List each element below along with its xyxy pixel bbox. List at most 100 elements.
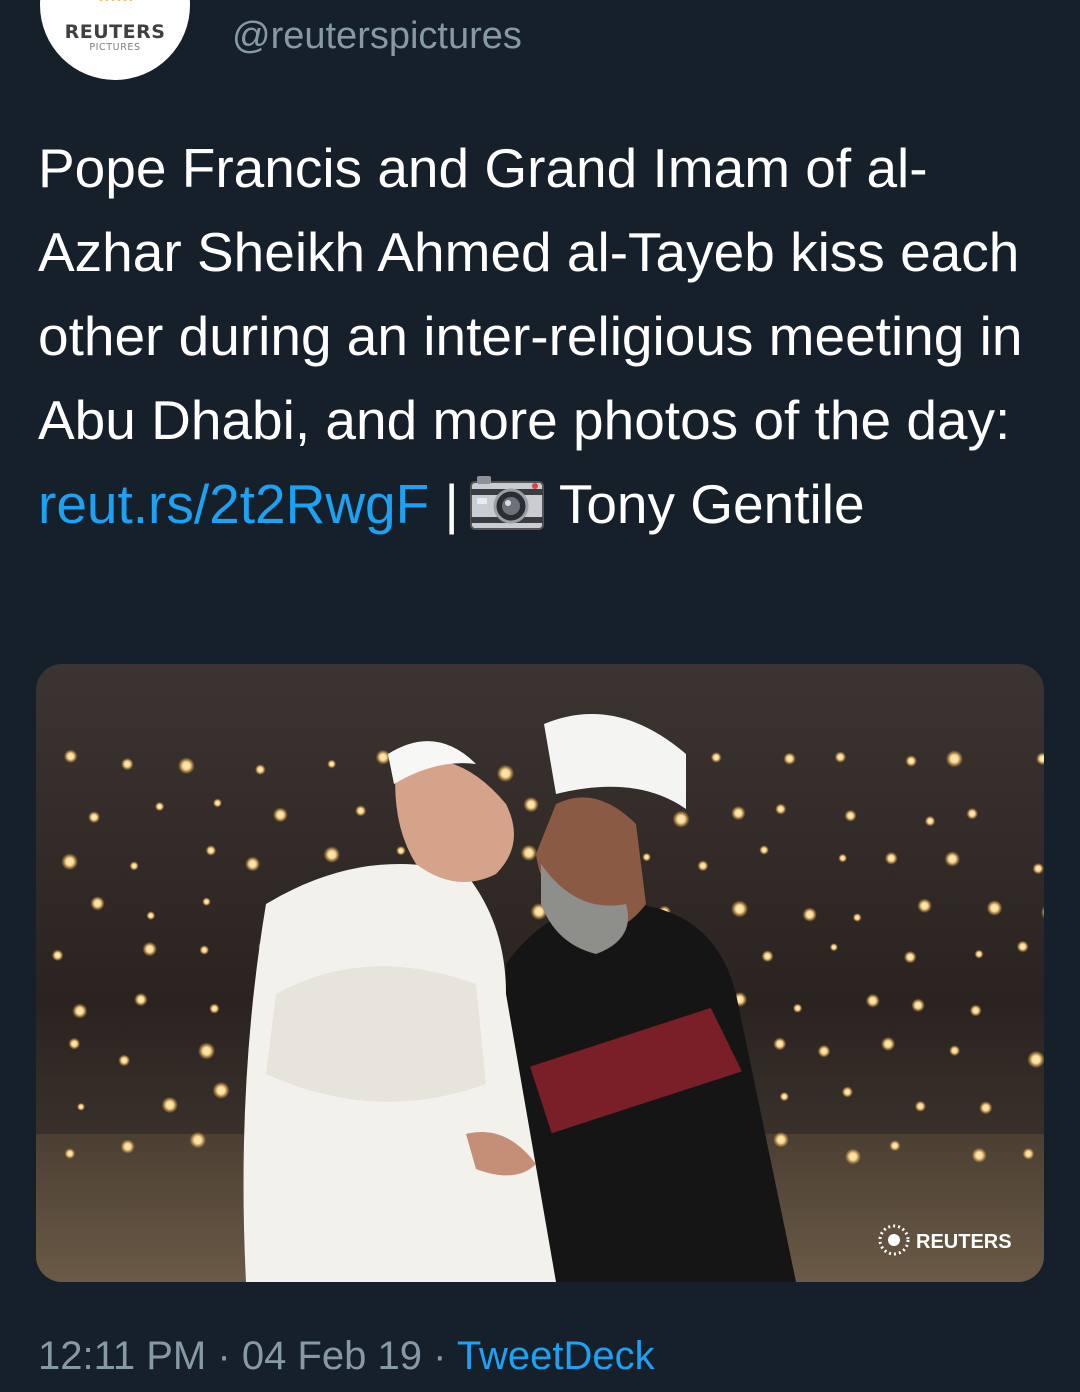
bokeh-light — [51, 949, 64, 962]
bokeh-light — [971, 1147, 987, 1163]
bokeh-light — [779, 1091, 789, 1102]
bokeh-light — [844, 809, 857, 822]
bokeh-light — [914, 1100, 927, 1112]
bokeh-light — [1032, 862, 1044, 875]
bokeh-light — [775, 803, 787, 815]
bokeh-light — [355, 805, 367, 817]
meta-separator: · — [433, 1334, 447, 1378]
bokeh-light — [64, 1148, 76, 1159]
bokeh-light — [327, 759, 337, 769]
bokeh-light — [852, 913, 862, 922]
avatar-brand-text: REUTERS — [64, 21, 166, 43]
credit-separator: | — [444, 473, 459, 535]
bokeh-light — [672, 810, 690, 828]
bokeh-light — [1022, 1147, 1035, 1160]
bokeh-light — [129, 861, 139, 871]
bokeh-light — [773, 1037, 787, 1051]
bokeh-light — [884, 851, 898, 865]
bokeh-light — [77, 1102, 85, 1111]
bokeh-light — [72, 1003, 88, 1019]
bokeh-light — [90, 896, 105, 911]
bokeh-light — [198, 1042, 216, 1060]
bokeh-light — [731, 805, 746, 821]
photo-credit: Tony Gentile — [558, 473, 865, 535]
bokeh-light — [974, 949, 984, 959]
tweet-view: REUTERS PICTURES @reuterspictures Pope F… — [0, 0, 1080, 1392]
meta-separator: · — [217, 1334, 231, 1378]
bokeh-light — [142, 941, 157, 957]
bokeh-light — [323, 846, 341, 863]
bokeh-light — [205, 845, 217, 856]
bokeh-light — [829, 943, 839, 952]
bokeh-light — [761, 950, 774, 963]
bokeh-light — [966, 807, 978, 820]
bokeh-light — [496, 764, 515, 783]
bokeh-light — [68, 1037, 81, 1050]
bokeh-light — [642, 852, 651, 862]
account-handle[interactable]: @reuterspictures — [232, 10, 522, 62]
account-avatar[interactable]: REUTERS PICTURES — [40, 0, 190, 80]
tweet-date[interactable]: 04 Feb 19 — [242, 1334, 422, 1378]
bokeh-light — [773, 1131, 789, 1148]
bokeh-light — [881, 1036, 896, 1052]
tweet-photo[interactable]: REUTERS — [36, 664, 1044, 1282]
bokeh-light — [254, 764, 266, 775]
bokeh-light — [61, 853, 79, 871]
bokeh-light — [903, 950, 917, 964]
bokeh-light — [212, 1081, 230, 1099]
bokeh-light — [865, 993, 880, 1008]
bokeh-light — [838, 853, 848, 863]
bokeh-light — [161, 1096, 178, 1114]
tweet-time[interactable]: 12:11 PM — [38, 1334, 206, 1378]
tweet-meta: 12:11 PM · 04 Feb 19 · TweetDeck — [38, 1326, 655, 1386]
bokeh-light — [783, 752, 796, 765]
bokeh-light — [924, 815, 936, 827]
bokeh-light — [178, 757, 195, 775]
bokeh-light — [520, 844, 538, 862]
bokeh-light — [802, 907, 817, 922]
bokeh-light — [949, 1045, 961, 1057]
bokeh-light — [841, 1086, 854, 1098]
bokeh-light — [917, 898, 932, 914]
bokeh-light — [209, 1003, 220, 1014]
bokeh-light — [146, 911, 156, 920]
bokeh-light — [120, 1139, 135, 1154]
tweet-text: Pope Francis and Grand Imam of al-Azhar … — [38, 137, 1023, 451]
reuters-logo-dots-icon — [98, 0, 132, 2]
bokeh-light — [121, 757, 134, 771]
bokeh-light — [986, 900, 1003, 916]
bokeh-light — [396, 845, 406, 856]
camera-emoji-icon — [469, 470, 545, 530]
bokeh-light — [969, 1004, 982, 1017]
bokeh-light — [63, 749, 78, 764]
bokeh-light — [731, 900, 749, 918]
bokeh-light — [911, 998, 925, 1013]
bokeh-light — [199, 945, 210, 955]
bokeh-light — [154, 801, 165, 812]
bokeh-light — [834, 751, 847, 763]
bokeh-light — [905, 755, 917, 767]
bokeh-light — [273, 807, 288, 823]
bokeh-light — [375, 749, 391, 765]
photo-image: REUTERS — [36, 664, 1044, 1282]
bokeh-light — [1016, 940, 1029, 953]
bokeh-light — [202, 897, 211, 906]
bokeh-light — [213, 798, 222, 808]
tweet-source-link[interactable]: TweetDeck — [457, 1334, 655, 1378]
bokeh-light — [88, 811, 101, 824]
tweet-body: Pope Francis and Grand Imam of al-Azhar … — [38, 126, 1048, 546]
bokeh-light — [189, 1131, 207, 1149]
bokeh-light — [945, 750, 964, 768]
tweet-link[interactable]: reut.rs/2t2RwgF — [38, 473, 429, 535]
bokeh-light — [889, 1140, 901, 1152]
bokeh-light — [944, 851, 961, 867]
bokeh-light — [134, 992, 148, 1007]
bokeh-light — [118, 1054, 131, 1067]
bokeh-light — [759, 845, 769, 855]
bokeh-light — [979, 1101, 993, 1115]
reuters-watermark: REUTERS — [916, 1231, 1012, 1253]
bokeh-light — [697, 860, 709, 872]
avatar-brand-subtext: PICTURES — [89, 42, 141, 53]
bokeh-light — [245, 856, 261, 872]
bokeh-light — [845, 1148, 861, 1165]
